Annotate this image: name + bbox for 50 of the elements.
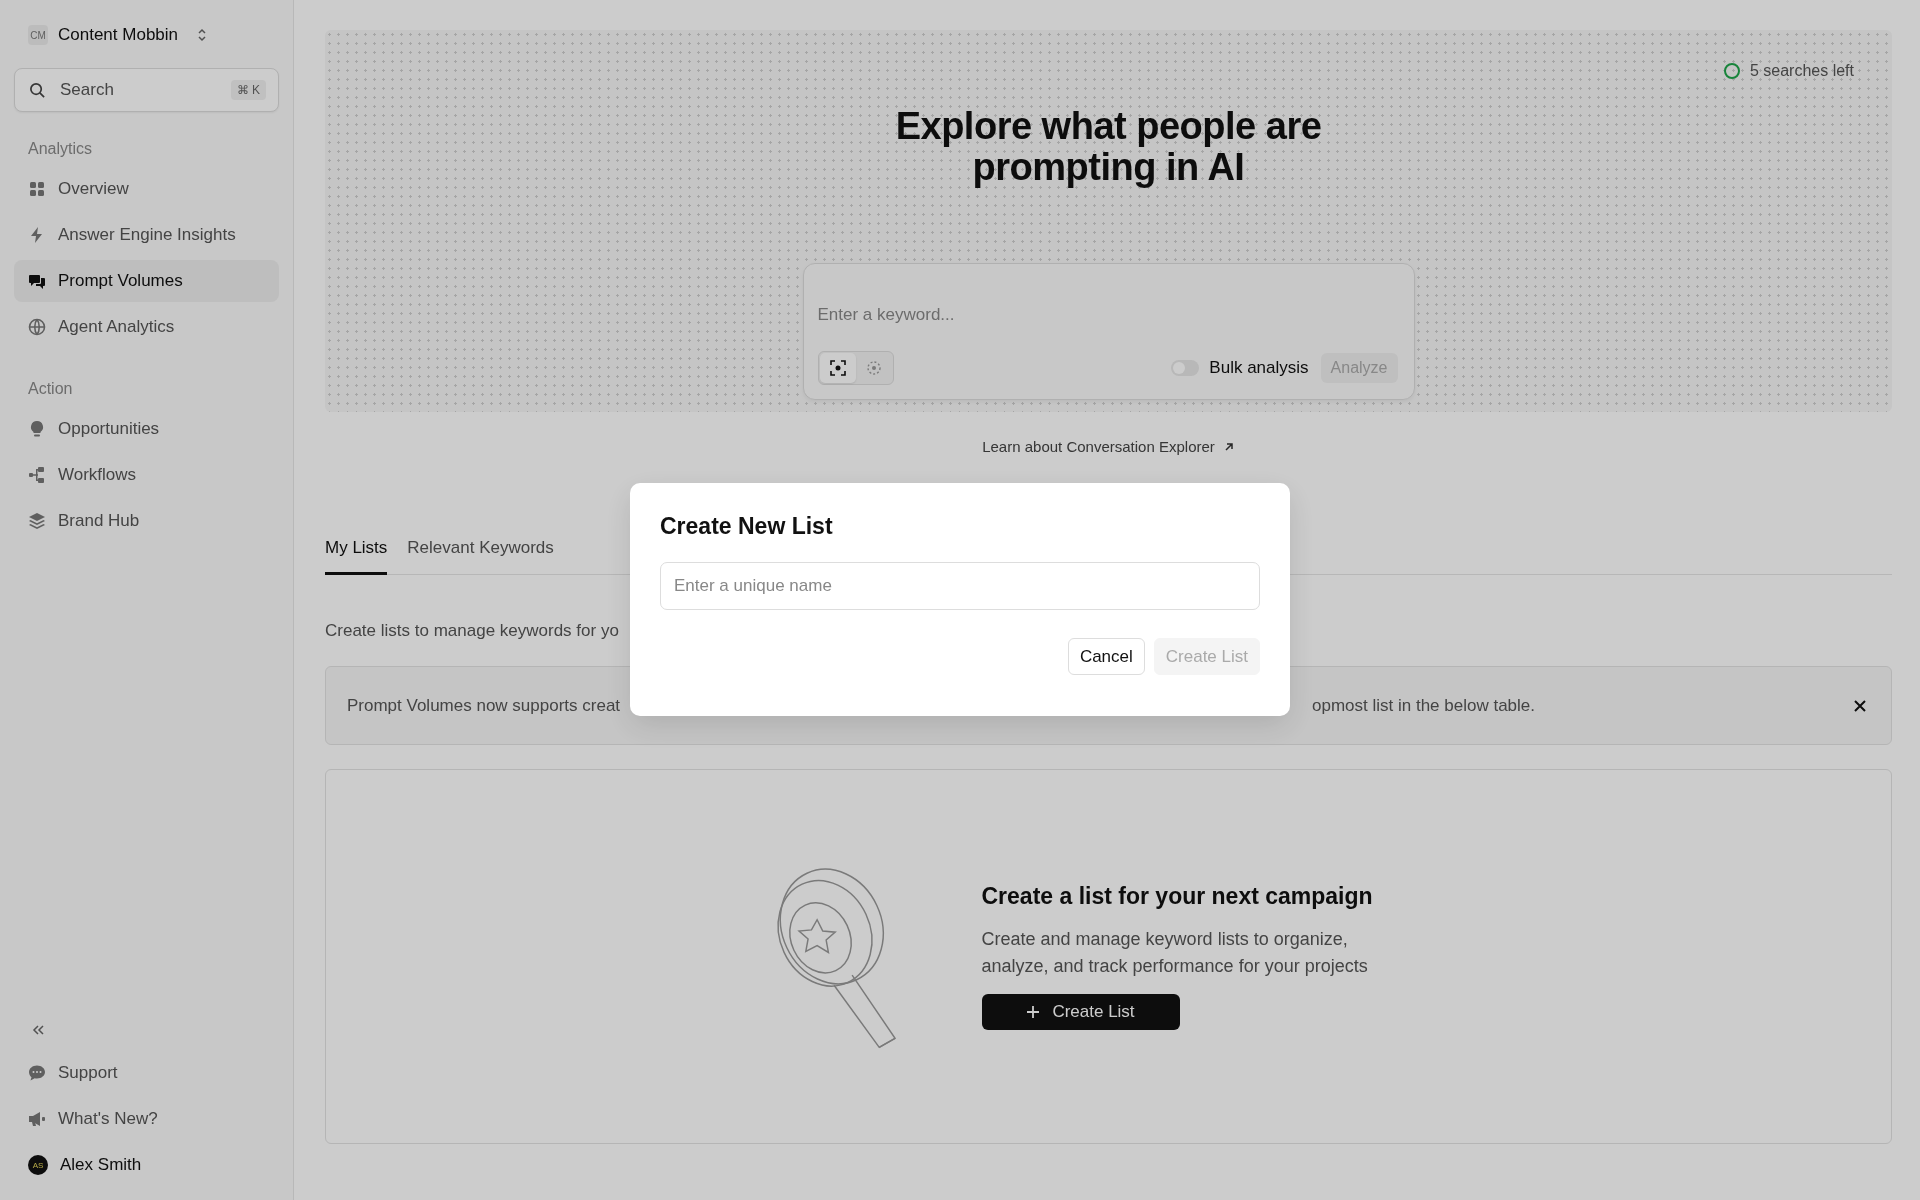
nav-item[interactable]: Prompt Volumes <box>14 260 279 302</box>
chat-bubbles-icon <box>28 272 46 290</box>
section-label: Action <box>27 380 74 398</box>
banner-text: opmost list in the below table. <box>1312 695 1535 716</box>
nav-item[interactable]: Brand Hub <box>14 500 279 542</box>
user-avatar: AS <box>28 1155 48 1175</box>
megaphone-icon <box>28 1110 46 1128</box>
list-name-field[interactable]: Enter a unique name <box>660 562 1260 610</box>
workspace-name[interactable]: Content Mobbin <box>58 25 179 45</box>
nav-item[interactable]: Overview <box>14 168 279 210</box>
user-name[interactable]: Alex Smith <box>60 1155 142 1175</box>
nav-item[interactable]: Support <box>14 1052 279 1094</box>
tab[interactable]: Relevant Keywords <box>407 526 554 575</box>
tab[interactable]: My Lists <box>325 526 388 575</box>
workspace-badge: CM <box>28 25 48 45</box>
nav-item[interactable]: Agent Analytics <box>14 306 279 348</box>
search-icon <box>29 81 46 99</box>
mode-button[interactable] <box>819 353 856 384</box>
dashed-circle-icon <box>865 360 882 377</box>
description-text: Create lists to manage keywords for yo <box>325 621 620 641</box>
keyword-input[interactable]: Enter a keyword... <box>817 278 1398 352</box>
section-label: Analytics <box>27 140 94 158</box>
empty-state-title: Create a list for your next campaign <box>981 883 1374 910</box>
banner-text: Prompt Volumes now supports creat <box>347 695 621 716</box>
plus-icon <box>1026 1005 1041 1019</box>
lightbulb-icon <box>28 420 46 438</box>
workflow-icon <box>28 466 46 484</box>
chevron-up-down-icon <box>196 27 209 43</box>
nav-item[interactable]: Workflows <box>14 454 279 496</box>
nav-item[interactable]: Answer Engine Insights <box>14 214 279 256</box>
empty-state-text: Create and manage keyword lists to organize, analyze, and track performance for your projects <box>981 928 1369 978</box>
globe-icon <box>28 318 46 336</box>
dialog-title: Create New List <box>660 513 834 540</box>
quota-text: 5 searches left <box>1749 62 1854 80</box>
chat-bubble-icon <box>28 1064 46 1082</box>
close-icon <box>1853 698 1867 713</box>
cancel-button[interactable]: Cancel <box>1067 638 1145 675</box>
learn-link[interactable]: Learn about Conversation Explorer <box>982 438 1235 456</box>
grid-icon <box>28 180 46 198</box>
search-field[interactable]: Search ⌘ K <box>14 68 279 112</box>
layers-icon <box>28 512 46 530</box>
shortcut-hint: ⌘ K <box>230 80 266 100</box>
status-ring-icon <box>1723 63 1740 79</box>
toggle-label: Bulk analysis <box>1209 358 1309 379</box>
nav-item[interactable]: What's New? <box>14 1098 279 1140</box>
hero-heading: Explore what people are prompting in AI <box>894 106 1323 188</box>
create-list-button[interactable]: Create List <box>981 994 1180 1030</box>
search-input[interactable]: Search <box>58 79 219 101</box>
focus-scan-icon <box>829 360 846 377</box>
nav-item[interactable]: Opportunities <box>14 408 279 450</box>
